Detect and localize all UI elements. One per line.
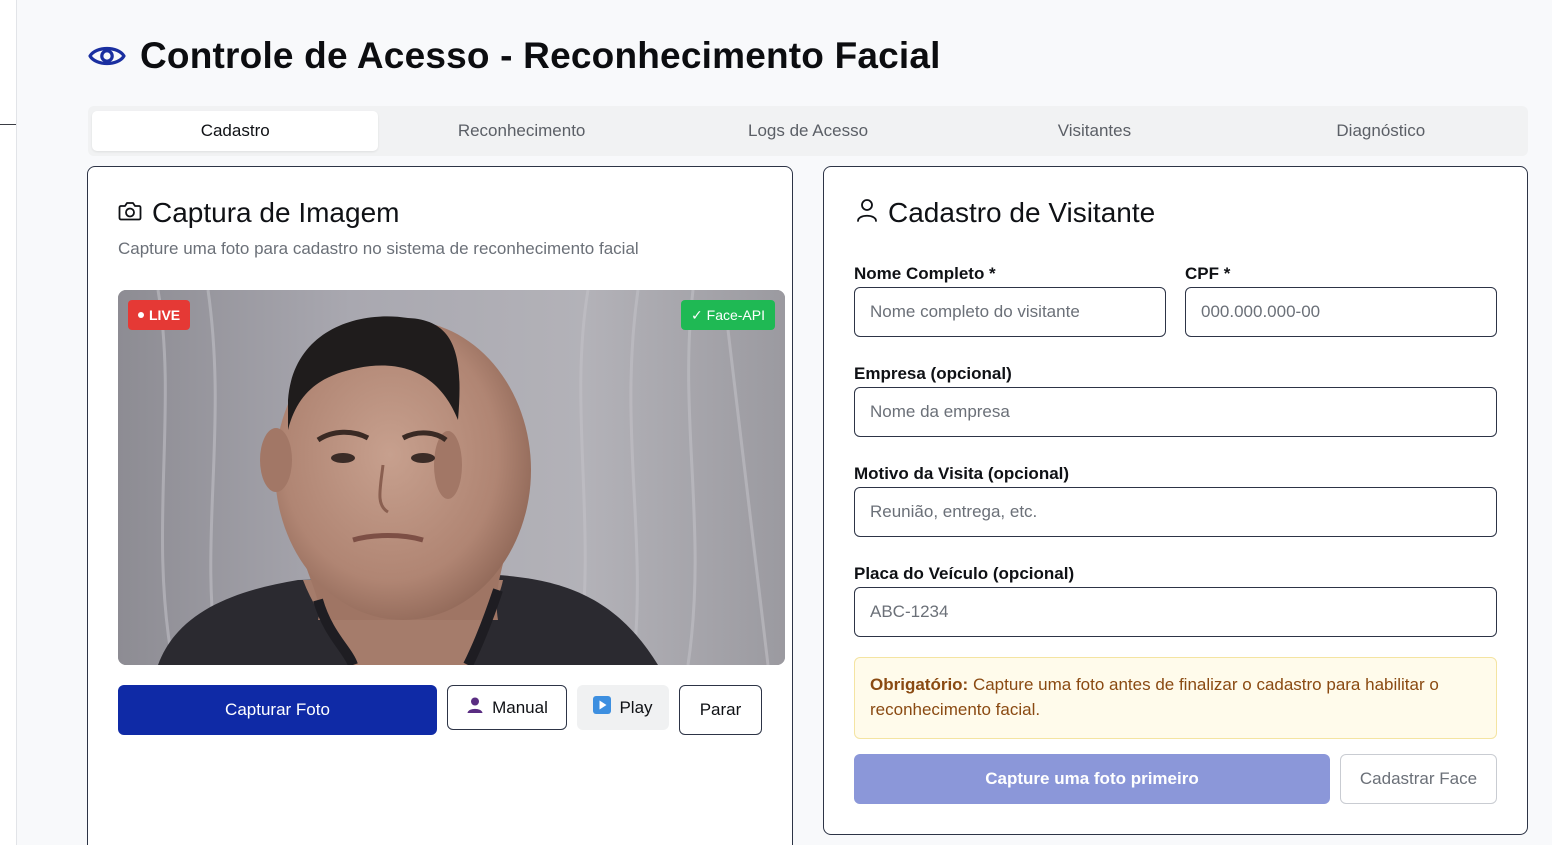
capture-card: Captura de Imagem Capture uma foto para … bbox=[87, 166, 793, 845]
play-button[interactable]: Play bbox=[577, 685, 669, 730]
cpf-label: CPF * bbox=[1185, 264, 1231, 283]
manual-button[interactable]: Manual bbox=[447, 685, 567, 730]
tab-reconhecimento[interactable]: Reconhecimento bbox=[378, 111, 664, 151]
tab-cadastro[interactable]: Cadastro bbox=[92, 111, 379, 151]
name-input[interactable] bbox=[854, 287, 1166, 337]
submit-button[interactable]: Capture uma foto primeiro bbox=[854, 754, 1330, 804]
play-button-label: Play bbox=[619, 697, 653, 717]
visitor-form-card: Cadastro de Visitante Nome Completo * CP… bbox=[823, 166, 1528, 835]
capture-photo-button[interactable]: Capturar Foto bbox=[118, 685, 437, 735]
tab-bar: Cadastro Reconhecimento Logs de Acesso V… bbox=[88, 106, 1528, 156]
reason-input[interactable] bbox=[854, 487, 1497, 537]
camera-icon bbox=[118, 197, 142, 229]
cpf-input[interactable] bbox=[1185, 287, 1497, 337]
camera-preview: LIVE ✓ Face-API bbox=[118, 290, 785, 665]
tab-logs-de-acesso[interactable]: Logs de Acesso bbox=[665, 111, 951, 151]
visitor-form-title: Cadastro de Visitante bbox=[888, 197, 1156, 228]
live-badge: LIVE bbox=[128, 300, 191, 330]
person-icon bbox=[466, 696, 484, 719]
company-label: Empresa (opcional) bbox=[854, 364, 1012, 383]
eye-icon bbox=[88, 41, 126, 71]
play-icon bbox=[593, 696, 612, 719]
face-api-badge: ✓ Face-API bbox=[681, 300, 775, 330]
plate-label: Placa do Veículo (opcional) bbox=[854, 564, 1075, 583]
webcam-image bbox=[118, 290, 785, 665]
manual-button-label: Manual bbox=[492, 697, 548, 717]
live-badge-label: LIVE bbox=[149, 307, 181, 323]
left-edge-panel bbox=[0, 0, 17, 845]
tab-diagnostico[interactable]: Diagnóstico bbox=[1238, 111, 1524, 151]
visitor-form-header: Cadastro de Visitante bbox=[856, 197, 1155, 229]
plate-input[interactable] bbox=[854, 587, 1497, 637]
notice-strong: Obrigatório: bbox=[870, 675, 969, 694]
reason-label: Motivo da Visita (opcional) bbox=[854, 464, 1070, 483]
required-photo-notice: Obrigatório: Capture uma foto antes de f… bbox=[854, 657, 1497, 739]
register-face-button[interactable]: Cadastrar Face bbox=[1340, 754, 1497, 804]
company-input[interactable] bbox=[854, 387, 1497, 437]
edge-divider bbox=[0, 124, 16, 125]
name-label: Nome Completo * bbox=[854, 264, 996, 283]
stop-button[interactable]: Parar bbox=[679, 685, 762, 735]
page-header: Controle de Acesso - Reconhecimento Faci… bbox=[88, 30, 941, 82]
user-icon bbox=[856, 197, 878, 229]
capture-card-header: Captura de Imagem bbox=[118, 197, 399, 229]
tab-visitantes[interactable]: Visitantes bbox=[951, 111, 1237, 151]
live-dot-icon bbox=[138, 312, 144, 318]
capture-card-subtitle: Capture uma foto para cadastro no sistem… bbox=[118, 239, 639, 258]
page-title: Controle de Acesso - Reconhecimento Faci… bbox=[140, 35, 941, 76]
capture-card-title: Captura de Imagem bbox=[152, 197, 400, 228]
